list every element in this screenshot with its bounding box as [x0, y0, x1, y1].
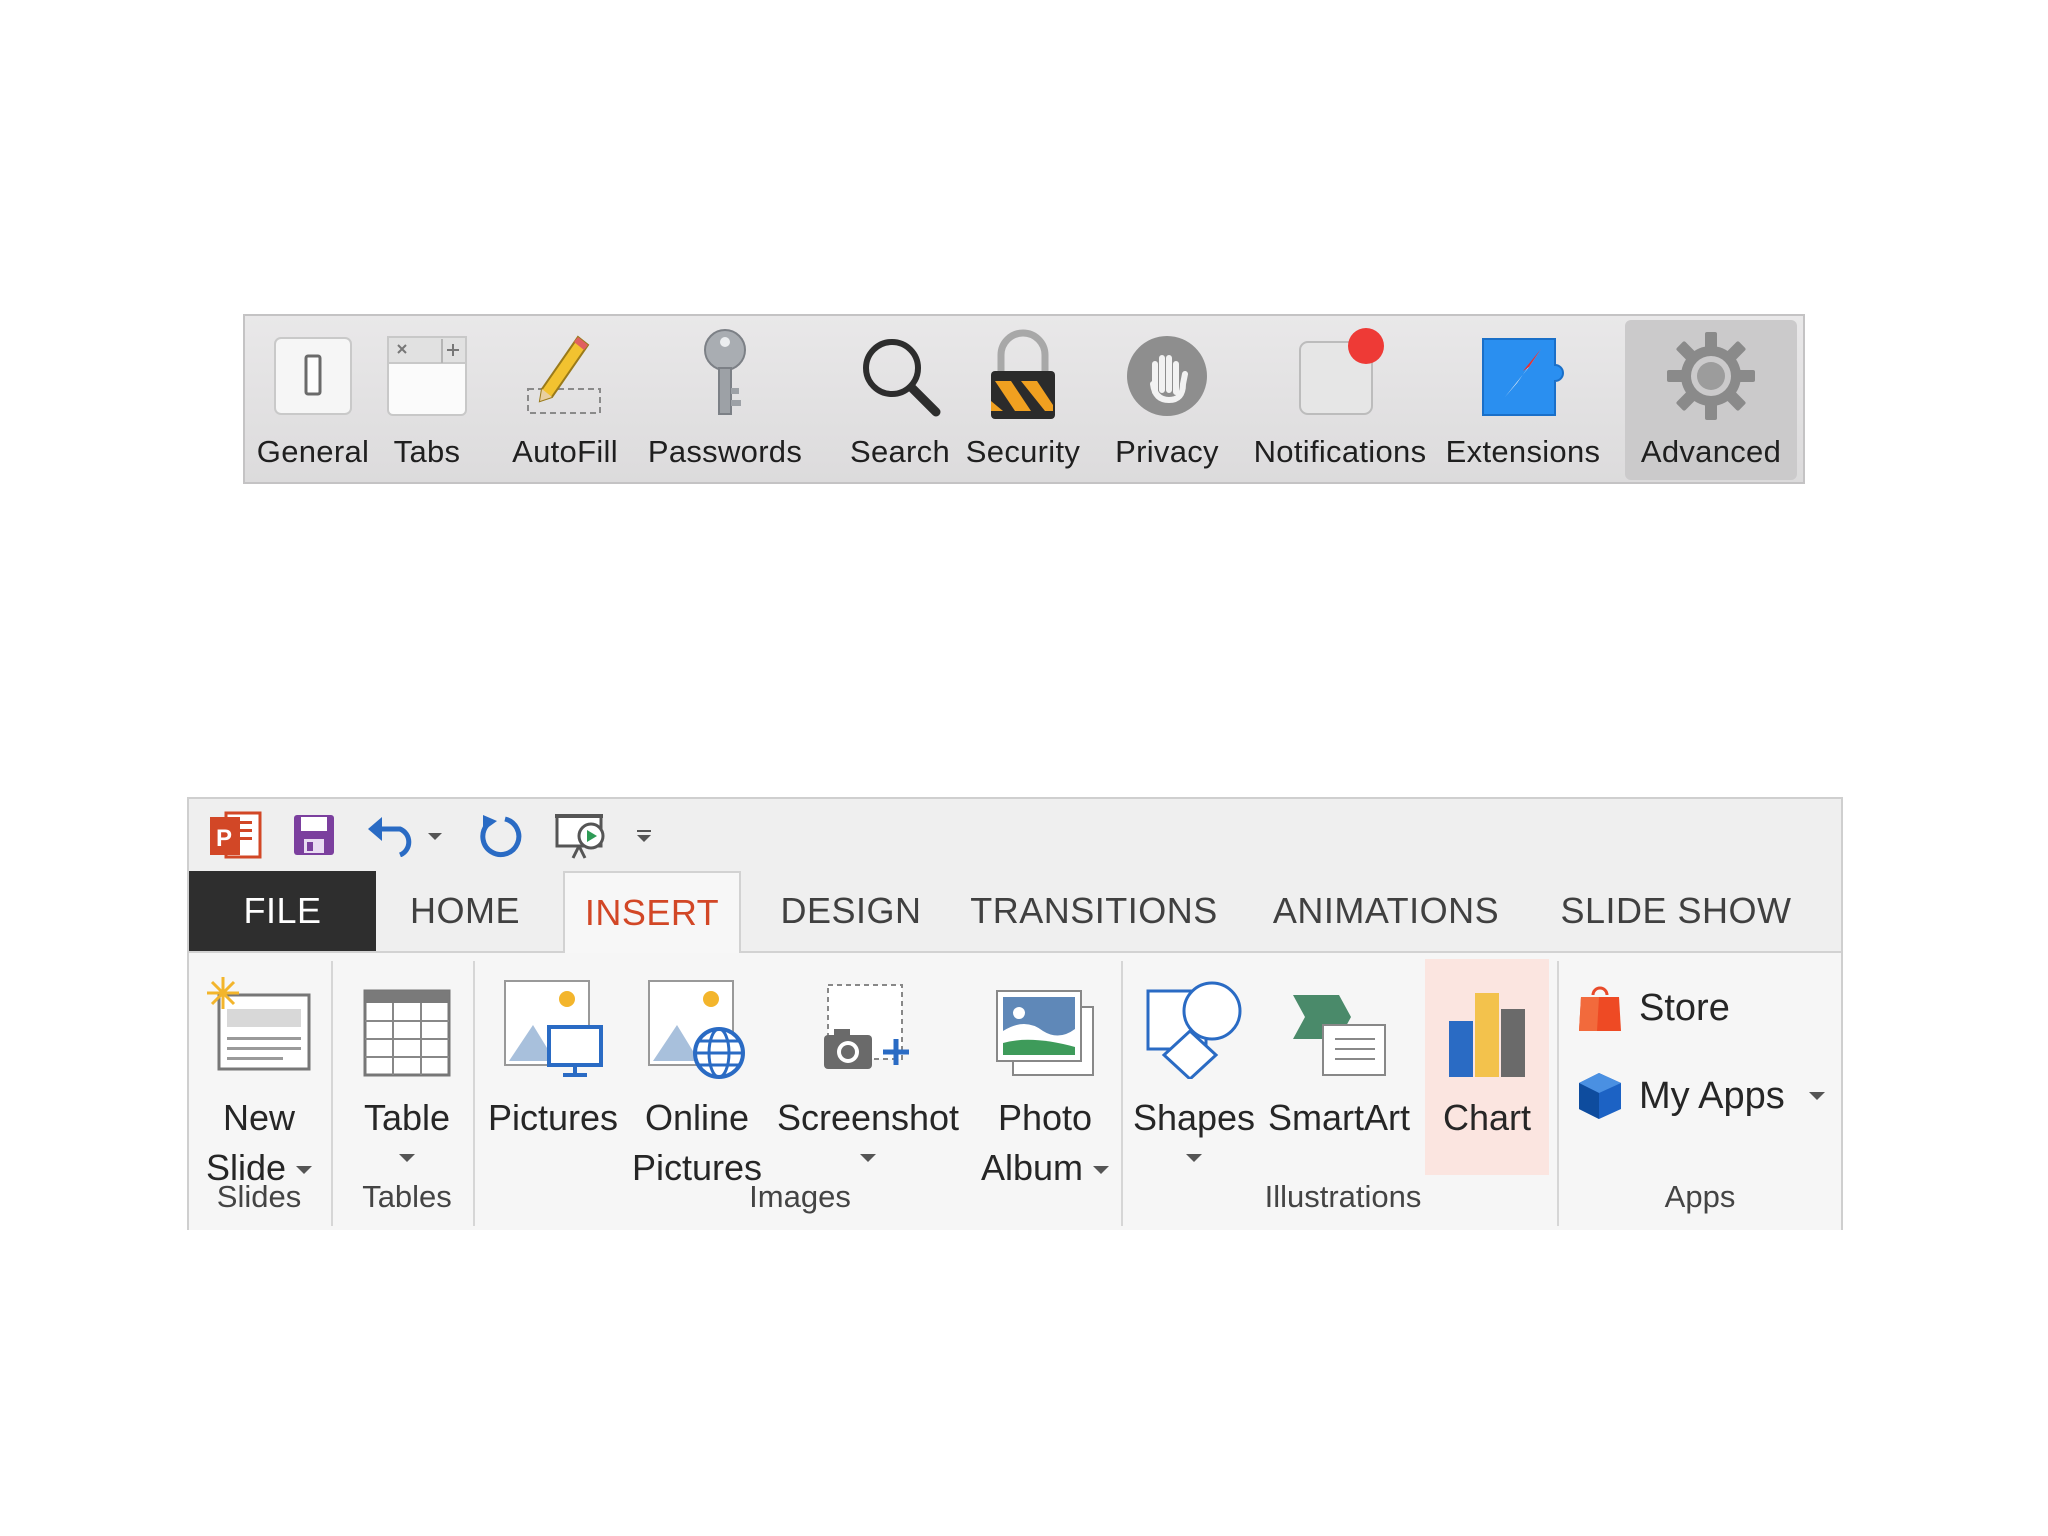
pref-label-security: Security: [965, 434, 1081, 469]
pref-tab-notifications[interactable]: Notifications: [1239, 320, 1441, 480]
key-icon: [677, 328, 773, 424]
pref-tab-passwords[interactable]: Passwords: [643, 320, 807, 480]
undo-icon[interactable]: [365, 809, 449, 861]
pref-tab-autofill[interactable]: AutoFill: [509, 320, 621, 480]
chevron-down-icon: [860, 1154, 876, 1162]
smartart-icon: [1289, 959, 1389, 1079]
table-icon: [361, 959, 453, 1079]
chevron-down-icon: [1186, 1154, 1202, 1162]
tab-insert[interactable]: INSERT: [563, 871, 741, 953]
group-label-illustrations: Illustrations: [1264, 1179, 1422, 1214]
notification-badge-icon: [1292, 328, 1388, 424]
pictures-button[interactable]: Pictures: [483, 959, 623, 1143]
screenshot-icon: [820, 959, 916, 1079]
gear-icon: [1663, 328, 1759, 424]
pref-tab-extensions[interactable]: Extensions: [1441, 320, 1605, 480]
shapes-button[interactable]: Shapes: [1129, 959, 1259, 1173]
new-slide-label-line1: New: [222, 1097, 296, 1138]
tab-transitions[interactable]: TRANSITIONS: [955, 871, 1233, 951]
store-button[interactable]: Store: [1577, 983, 1730, 1033]
shapes-dropdown: [1186, 1143, 1202, 1173]
pref-label-extensions: Extensions: [1445, 434, 1601, 469]
photo-album-icon: [995, 959, 1095, 1079]
padlock-icon: [975, 328, 1071, 424]
table-button[interactable]: Table: [339, 959, 475, 1173]
photo-album-button[interactable]: Photo Album: [967, 959, 1123, 1193]
powerpoint-ribbon-window: P FILE HOME INSERT DESIGN TRANSITIONS AN…: [187, 797, 1843, 1230]
customize-qat-icon[interactable]: [629, 809, 659, 861]
pref-label-notifications: Notifications: [1253, 434, 1427, 469]
table-dropdown: [399, 1143, 415, 1173]
screenshot-button[interactable]: Screenshot: [771, 959, 965, 1173]
pref-tab-advanced[interactable]: Advanced: [1625, 320, 1797, 480]
chart-icon: [1445, 959, 1529, 1079]
pref-label-autofill: AutoFill: [512, 434, 618, 469]
online-pictures-button[interactable]: Online Pictures: [625, 959, 769, 1193]
my-apps-label: My Apps: [1639, 1074, 1785, 1117]
my-apps-button[interactable]: My Apps: [1577, 1071, 1825, 1121]
pref-label-advanced: Advanced: [1640, 434, 1782, 469]
group-label-images: Images: [749, 1179, 851, 1214]
hand-icon: [1119, 328, 1215, 424]
pictures-icon: [503, 959, 603, 1079]
pref-label-privacy: Privacy: [1115, 434, 1219, 469]
general-switch-icon: [265, 328, 361, 424]
pref-label-general: General: [256, 434, 370, 469]
group-label-tables: Tables: [362, 1179, 452, 1214]
screenshot-label: Screenshot: [776, 1097, 960, 1138]
magnifier-icon: [852, 328, 948, 424]
pref-tab-general[interactable]: General: [255, 320, 371, 480]
pref-tab-privacy[interactable]: Privacy: [1107, 320, 1227, 480]
redo-icon[interactable]: [473, 809, 525, 861]
shapes-icon: [1144, 959, 1244, 1079]
save-icon[interactable]: [289, 809, 339, 861]
chart-button[interactable]: Chart: [1425, 959, 1549, 1175]
online-pictures-icon: [647, 959, 747, 1079]
group-label-slides: Slides: [216, 1179, 302, 1214]
screenshot-dropdown: [860, 1143, 876, 1173]
new-slide-button[interactable]: New Slide: [199, 959, 319, 1193]
pencil-icon: [517, 328, 613, 424]
pictures-label: Pictures: [487, 1097, 619, 1138]
store-bag-icon: [1577, 983, 1623, 1033]
pref-tab-search[interactable]: Search: [825, 320, 975, 480]
tab-animations[interactable]: ANIMATIONS: [1243, 871, 1529, 951]
online-pictures-label-line1: Online: [644, 1097, 750, 1138]
start-slideshow-icon[interactable]: [553, 809, 609, 861]
tabs-icon: [379, 328, 475, 424]
smartart-button[interactable]: SmartArt: [1261, 959, 1417, 1143]
puzzle-compass-icon: [1475, 328, 1571, 424]
photo-album-label-line1: Photo: [997, 1097, 1093, 1138]
chevron-down-icon: [399, 1154, 415, 1162]
insert-ribbon-body: New Slide Slides Table Tables Pictures O…: [189, 953, 1841, 1230]
pref-label-tabs: Tabs: [393, 434, 461, 469]
quick-access-toolbar: P: [189, 799, 1841, 871]
tab-home[interactable]: HOME: [384, 871, 546, 951]
powerpoint-logo-icon[interactable]: P: [207, 809, 263, 861]
tab-slide-show[interactable]: SLIDE SHOW: [1539, 871, 1813, 951]
tab-design[interactable]: DESIGN: [757, 871, 945, 951]
svg-text:P: P: [216, 825, 232, 852]
tab-file[interactable]: FILE: [189, 871, 376, 951]
new-slide-icon: [205, 959, 313, 1079]
pref-tab-tabs[interactable]: Tabs: [377, 320, 477, 480]
chart-label: Chart: [1442, 1097, 1532, 1138]
safari-preferences-toolbar: General Tabs AutoFill Passwords Search S…: [243, 314, 1805, 484]
shapes-label: Shapes: [1132, 1097, 1256, 1138]
chevron-down-icon[interactable]: [1808, 1092, 1825, 1100]
ribbon-tabs: FILE HOME INSERT DESIGN TRANSITIONS ANIM…: [189, 871, 1841, 953]
pref-tab-security[interactable]: Security: [957, 320, 1089, 480]
group-label-apps: Apps: [1664, 1179, 1736, 1214]
chevron-down-icon: [1093, 1166, 1110, 1175]
chevron-down-icon: [296, 1166, 313, 1175]
my-apps-cube-icon: [1577, 1071, 1623, 1121]
smartart-label: SmartArt: [1267, 1097, 1410, 1138]
table-label: Table: [363, 1097, 451, 1138]
store-label: Store: [1639, 986, 1730, 1029]
pref-label-passwords: Passwords: [647, 434, 803, 469]
pref-label-search: Search: [849, 434, 951, 469]
